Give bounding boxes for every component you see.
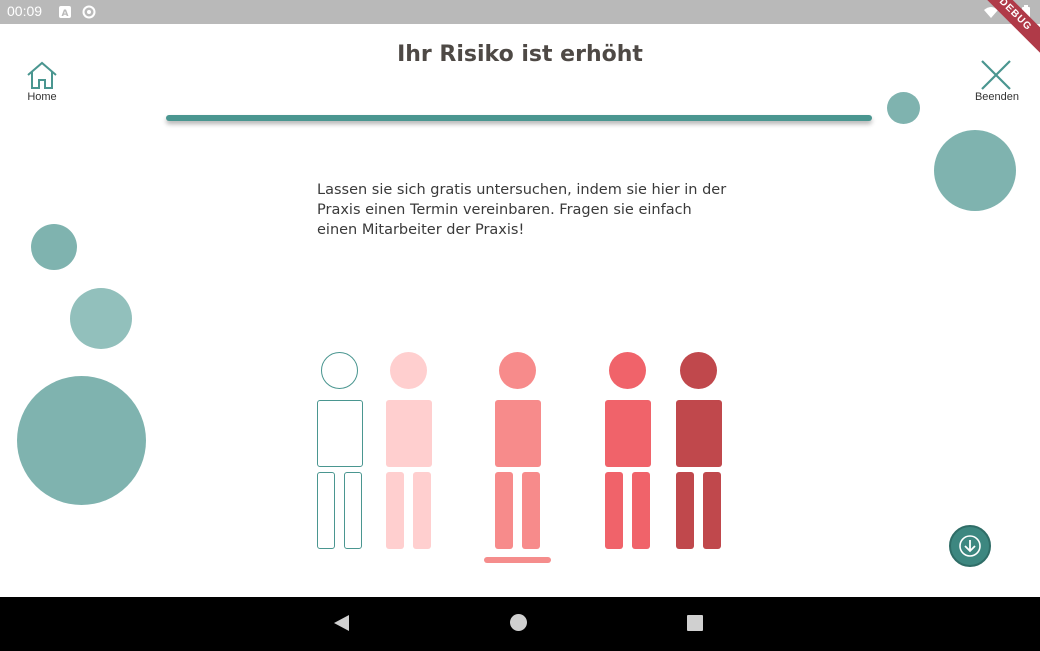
notification-a-icon: A <box>58 4 72 19</box>
figure-right-leg <box>413 472 431 549</box>
end-button[interactable]: Beenden <box>968 58 1026 106</box>
figure-body <box>495 400 541 467</box>
figure-right-leg <box>522 472 540 549</box>
end-label: Beenden <box>974 91 1020 103</box>
selected-risk-indicator <box>484 557 551 563</box>
figure-body <box>605 400 651 467</box>
figure-left-leg <box>386 472 404 549</box>
figure-body <box>317 400 363 467</box>
figure-head <box>499 352 536 389</box>
close-icon <box>981 60 1011 90</box>
arrow-down-icon <box>959 535 981 557</box>
home-button[interactable]: Home <box>20 58 64 106</box>
system-nav-bar <box>0 597 1040 651</box>
sync-icon <box>82 4 96 19</box>
decorative-bubble <box>17 376 146 505</box>
decorative-bubble <box>31 224 77 270</box>
risk-figure-4[interactable] <box>605 352 651 550</box>
risk-figure-3[interactable] <box>495 352 541 550</box>
figure-left-leg <box>495 472 513 549</box>
home-icon <box>27 61 57 89</box>
risk-figure-5[interactable] <box>676 352 722 550</box>
figure-left-leg <box>676 472 694 549</box>
decorative-bubble <box>887 92 920 124</box>
info-message: Lassen sie sich gratis untersuchen, inde… <box>317 182 727 238</box>
figure-body <box>386 400 432 467</box>
risk-figure-2[interactable] <box>386 352 432 550</box>
figure-right-leg <box>344 472 362 549</box>
scroll-down-button[interactable] <box>949 525 991 567</box>
svg-text:A: A <box>62 9 69 19</box>
recents-icon[interactable] <box>687 615 703 631</box>
risk-figure-1[interactable] <box>317 352 363 550</box>
decorative-bubble <box>70 288 132 349</box>
figure-left-leg <box>317 472 335 549</box>
nav-home-icon[interactable] <box>510 614 527 631</box>
figure-right-leg <box>632 472 650 549</box>
figure-head <box>321 352 358 389</box>
status-time: 00:09 <box>7 3 43 19</box>
progress-bar <box>166 115 872 121</box>
figure-left-leg <box>605 472 623 549</box>
figure-head <box>680 352 717 389</box>
figure-right-leg <box>703 472 721 549</box>
back-icon[interactable] <box>333 614 350 632</box>
status-bar: 00:09 A DEBUG <box>0 0 1040 61</box>
page-title: Ihr Risiko ist erhöht <box>397 42 643 67</box>
decorative-bubble <box>934 130 1016 211</box>
figure-body <box>676 400 722 467</box>
figure-head <box>609 352 646 389</box>
figure-head <box>390 352 427 389</box>
home-label: Home <box>27 91 57 103</box>
